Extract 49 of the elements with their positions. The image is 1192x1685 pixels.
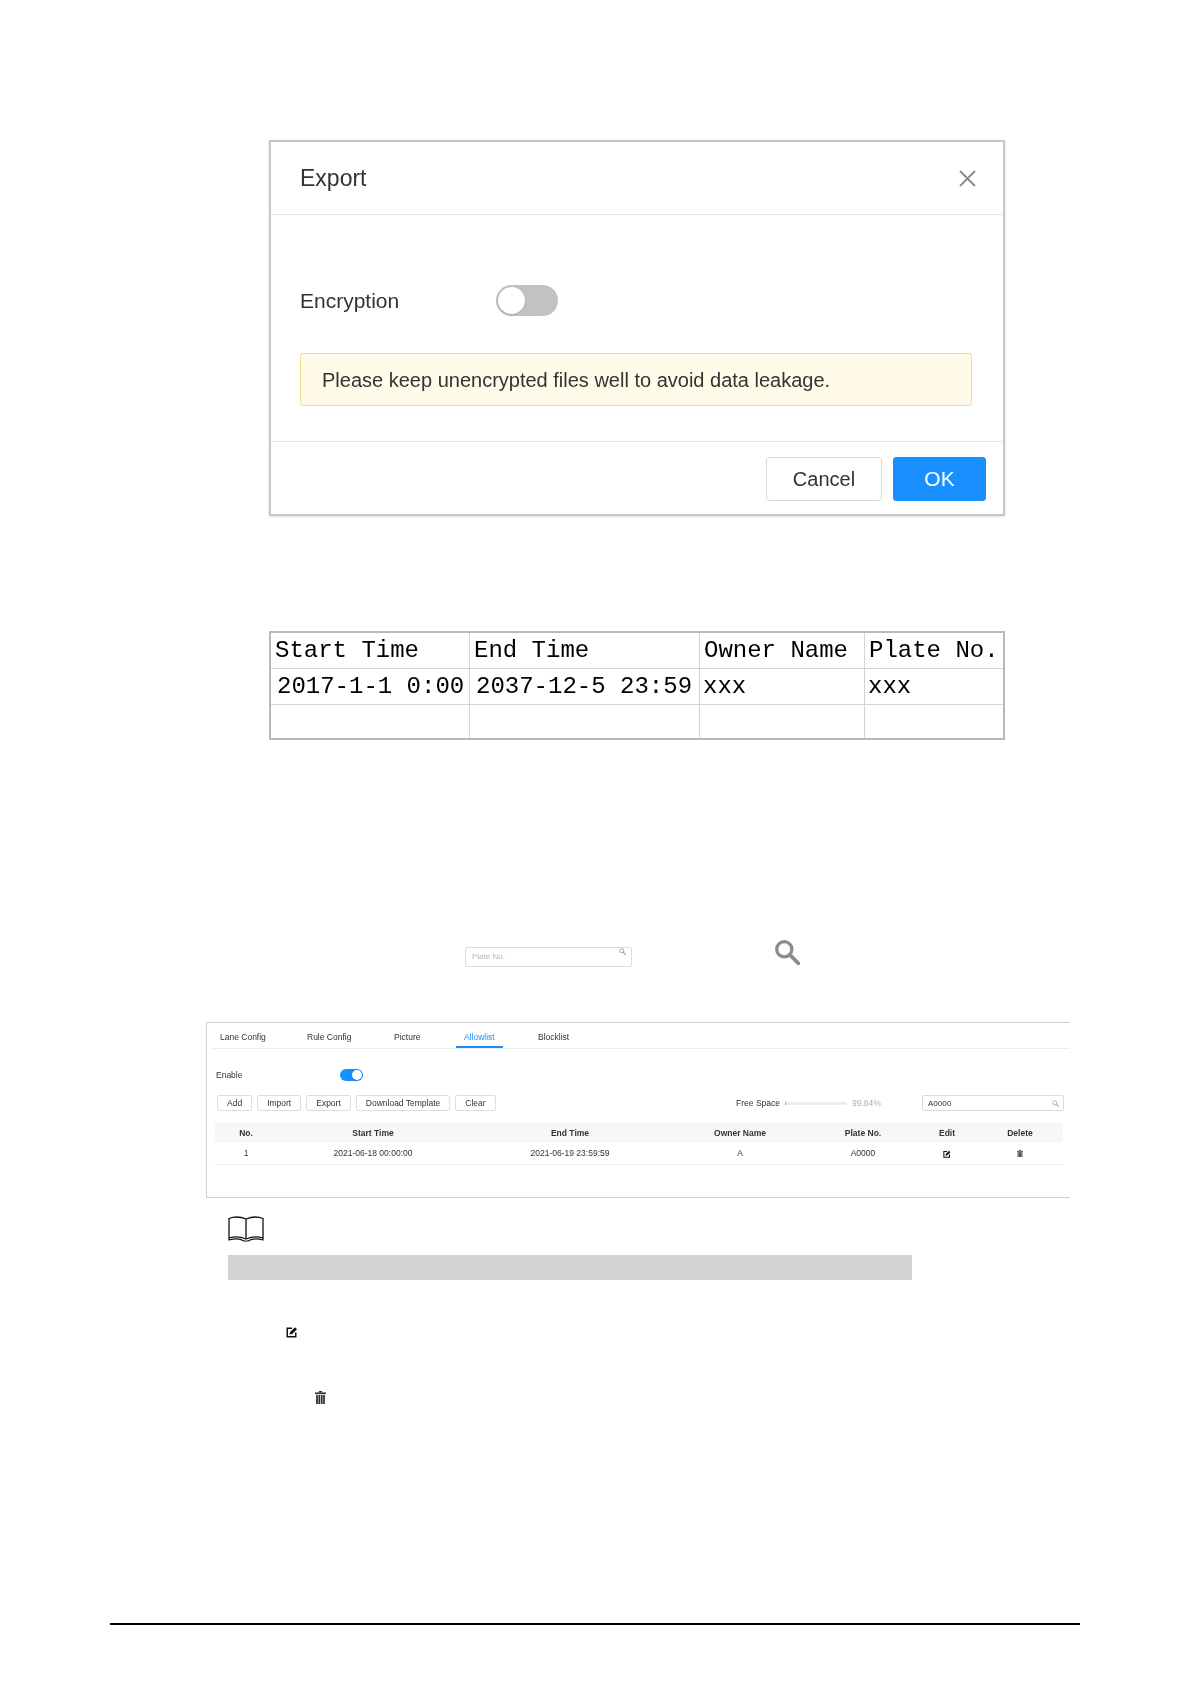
free-space-label: Free Space [736, 1096, 780, 1110]
warning-message: Please keep unencrypted files well to avoid data leakage. [300, 353, 972, 406]
edit-icon [286, 1326, 298, 1338]
table-cell-text: xxx [702, 674, 747, 699]
table-cell: 1 [243, 1147, 249, 1160]
column-header: End Time [473, 638, 590, 663]
tab[interactable]: Lane Config [212, 1023, 274, 1048]
toolbar-button[interactable]: Add [217, 1095, 253, 1111]
cancel-button[interactable]: Cancel [766, 457, 882, 501]
table-cell: A [737, 1147, 743, 1160]
toolbar-button[interactable]: Export [306, 1095, 351, 1111]
enable-label: Enable [216, 1068, 244, 1082]
tab[interactable]: Blocklist [530, 1023, 578, 1048]
search-icon [774, 939, 800, 965]
tab[interactable]: Rule Config [299, 1023, 360, 1048]
search-icon [1052, 1099, 1059, 1107]
search-icon [619, 948, 626, 955]
encryption-label: Encryption [300, 287, 401, 314]
toolbar-button[interactable]: Download Template [355, 1095, 451, 1111]
book-icon [228, 1216, 264, 1242]
trash-icon [315, 1391, 326, 1405]
trash-icon[interactable] [1017, 1149, 1023, 1158]
table-cell: A0000 [850, 1147, 876, 1160]
search-field[interactable]: Plate No. [465, 946, 632, 967]
enable-toggle[interactable] [340, 1069, 363, 1081]
table-cell: 2021-06-18 00:00:00 [333, 1147, 413, 1160]
table-cell-text: xxx [867, 674, 912, 699]
column-header: Start Time [274, 638, 420, 663]
search-field[interactable]: A0000 [922, 1095, 1064, 1111]
encryption-toggle[interactable] [496, 285, 558, 316]
column-header: End Time [550, 1126, 590, 1140]
toolbar-button[interactable]: Clear [455, 1095, 496, 1111]
table-cell-text: 2017-1-1 0:00 [276, 674, 465, 699]
column-header: Edit [938, 1126, 956, 1140]
table-cell: 2021-06-19 23:59:59 [530, 1147, 610, 1160]
tab[interactable]: Picture [386, 1023, 429, 1048]
column-header: No. [239, 1126, 253, 1140]
column-header: Delete [1007, 1126, 1033, 1140]
column-header: Owner Name [703, 638, 849, 663]
toolbar-button[interactable]: Import [257, 1095, 302, 1111]
column-header: Plate No. [844, 1126, 882, 1140]
dialog-title: Export [300, 163, 367, 193]
column-header: Plate No. [868, 638, 999, 663]
free-space-reading: 99.84% [852, 1096, 882, 1110]
column-header: Owner Name [714, 1126, 766, 1140]
table-cell-text: 2037-12-5 23:59 [475, 674, 693, 699]
column-header: Start Time [352, 1126, 394, 1140]
edit-icon[interactable] [943, 1149, 951, 1158]
close-icon[interactable] [959, 169, 976, 187]
